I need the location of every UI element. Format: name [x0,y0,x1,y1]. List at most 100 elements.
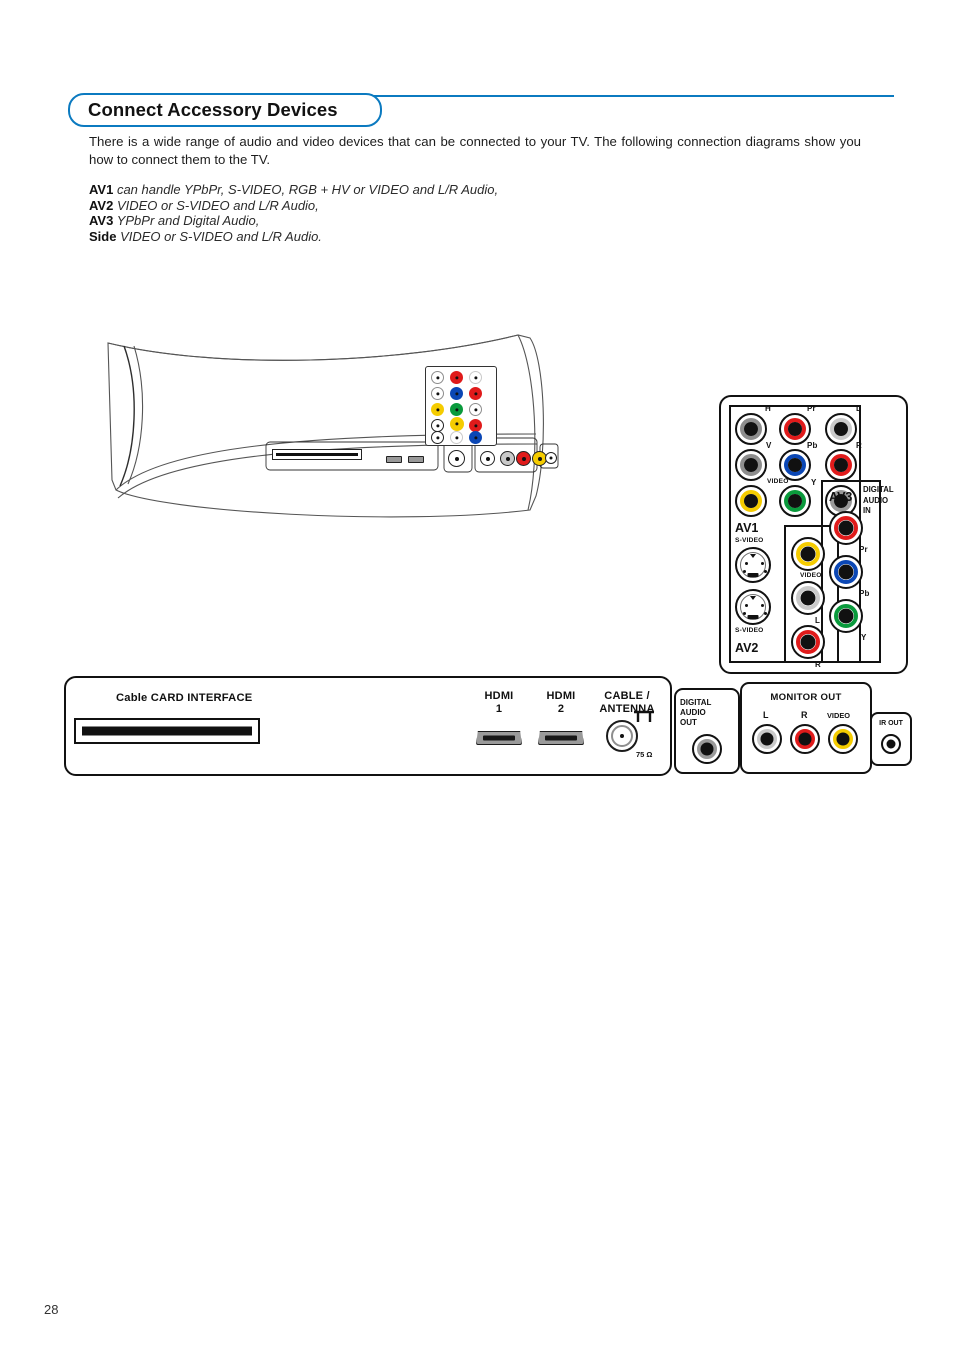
tv-hdmi2-miniature [408,456,424,463]
digital-audio-out-line3: OUT [680,718,697,727]
tv-monitor-l-miniature [500,451,515,466]
digital-audio-in-label: DIGITAL AUDIO IN [863,485,894,517]
av1-y-label: Y [811,478,817,487]
av2-l-label: L [815,616,821,625]
cablecard-interface-label: Cable CARD INTERFACE [116,692,253,704]
av1-pr-label: Pr [807,404,816,413]
digital-audio-out-line1: DIGITAL [680,698,712,707]
av2-r-jack[interactable] [791,625,825,659]
ir-out-module: IR OUT [870,712,912,766]
monitor-out-module: MONITOR OUT L R VIDEO [740,682,872,774]
tv-ir-out-miniature [545,452,557,464]
monitor-out-l-label: L [763,710,769,720]
av1-svideo-connector[interactable] [735,547,771,583]
tv-digital-audio-out-miniature [480,451,495,466]
monitor-out-l-jack[interactable] [752,724,782,754]
av2-l-jack[interactable] [791,581,825,615]
ir-out-jack[interactable] [881,734,901,754]
tv-rear-illustration [100,330,560,530]
av2-svideo-connector[interactable] [735,589,771,625]
av3-y-label: Y [861,633,867,642]
av2-video-jack[interactable] [791,537,825,571]
av1-r-label: R [856,441,862,450]
av1-v-jack[interactable] [735,449,767,481]
page-number: 28 [44,1302,59,1317]
av2-svideo-label: S-VIDEO [735,627,764,634]
hdmi2-port[interactable] [538,731,584,745]
av1-video-jack[interactable] [735,485,767,517]
av-capability-text: can handle YPbPr, S-VIDEO, RGB + HV or V… [116,182,499,197]
av1-pb-jack[interactable] [779,449,811,481]
hdmi2-port-slot [545,735,577,741]
hdmi1-port-slot [483,735,515,741]
digital-audio-out-jack[interactable] [692,734,722,764]
monitor-out-video-jack[interactable] [828,724,858,754]
header-accent-rule [365,95,894,97]
av-capability-name: Side [89,228,117,244]
cable-antenna-label-line1: CABLE / [604,690,650,702]
digital-audio-out-module: DIGITAL AUDIO OUT [674,688,740,774]
tv-cablecard-slot-miniature [272,449,362,460]
av2-r-label: R [815,660,821,669]
page-title-capsule: Connect Accessory Devices [68,93,382,127]
side-av-panel: H Pr L V Pb R VIDEO Y DIGITAL AUDIO IN A… [719,395,908,674]
av1-l-jack[interactable] [825,413,857,445]
av-capability-text: VIDEO or S-VIDEO and L/R Audio. [120,228,322,244]
hdmi2-label-line2: 2 [557,702,565,715]
monitor-out-video-label: VIDEO [827,711,850,720]
antenna-icon [634,710,654,722]
av1-l-label: L [856,404,862,413]
av1-h-jack[interactable] [735,413,767,445]
av-capability-row: Side VIDEO or S-VIDEO and L/R Audio. [89,229,789,245]
av2-video-label: VIDEO [800,572,822,579]
tv-hdmi1-miniature [386,456,402,463]
monitor-out-title: MONITOR OUT [770,692,842,703]
cable-antenna-group[interactable]: CABLE / ANTENNA 75 Ω [590,690,664,759]
digital-audio-in-line2: AUDIO [863,495,889,505]
coax-connector-group[interactable]: 75 Ω [606,710,664,766]
av-capability-name: AV3 [89,213,114,229]
av3-y-jack[interactable] [829,599,863,633]
av1-y-jack[interactable] [779,485,811,517]
intro-paragraph: There is a wide range of audio and video… [89,134,861,167]
av-capability-row: AV2 VIDEO or S-VIDEO and L/R Audio, [89,198,789,214]
av-capability-row: AV3 YPbPr and Digital Audio, [89,213,789,229]
av-capability-text: VIDEO or S-VIDEO and L/R Audio, [116,197,319,213]
coax-jack[interactable] [606,720,638,752]
av3-pb-jack[interactable] [829,555,863,589]
av1-group-name: AV1 [735,521,759,535]
av1-r-jack[interactable] [825,449,857,481]
cablecard-slot-opening [82,726,252,736]
digital-audio-in-line3: IN [863,506,871,515]
rear-connector-strip: Cable CARD INTERFACE HDMI 1 HDMI 2 CABLE… [64,676,672,776]
hdmi2-label-line1: HDMI [546,690,576,702]
av-capability-row: AV1 can handle YPbPr, S-VIDEO, RGB + HV … [89,182,789,198]
tv-coax-miniature [448,450,465,467]
av1-v-label: V [766,441,772,450]
av3-pr-jack[interactable] [829,511,863,545]
coax-impedance-label: 75 Ω [636,750,653,759]
hdmi1-label-line2: 1 [495,702,503,715]
av2-group-name: AV2 [735,641,759,655]
hdmi1-label-line1: HDMI [484,690,514,702]
av3-pb-label: Pb [859,589,870,598]
cablecard-slot[interactable] [74,718,260,744]
ir-out-label: IR OUT [879,720,903,727]
hdmi2-port-group[interactable]: HDMI 2 [528,690,594,745]
av-capability-name: AV1 [89,182,114,197]
av-capability-name: AV2 [89,197,114,213]
monitor-out-r-label: R [801,710,808,720]
av-capabilities-list: AV1 can handle YPbPr, S-VIDEO, RGB + HV … [89,182,789,244]
hdmi1-port[interactable] [476,731,522,745]
av3-pr-label: Pr [859,545,868,554]
page-title: Connect Accessory Devices [88,99,338,120]
av1-pb-label: Pb [807,441,818,450]
av1-video-label: VIDEO [767,478,789,485]
av3-group-name: AV3 [829,490,853,504]
av1-h-label: H [765,404,771,413]
digital-audio-out-label: DIGITAL AUDIO OUT [680,698,711,728]
monitor-out-r-jack[interactable] [790,724,820,754]
hdmi1-port-group[interactable]: HDMI 1 [466,690,532,745]
digital-audio-out-line2: AUDIO [680,708,706,717]
tv-side-av-panel-miniature [425,366,497,446]
